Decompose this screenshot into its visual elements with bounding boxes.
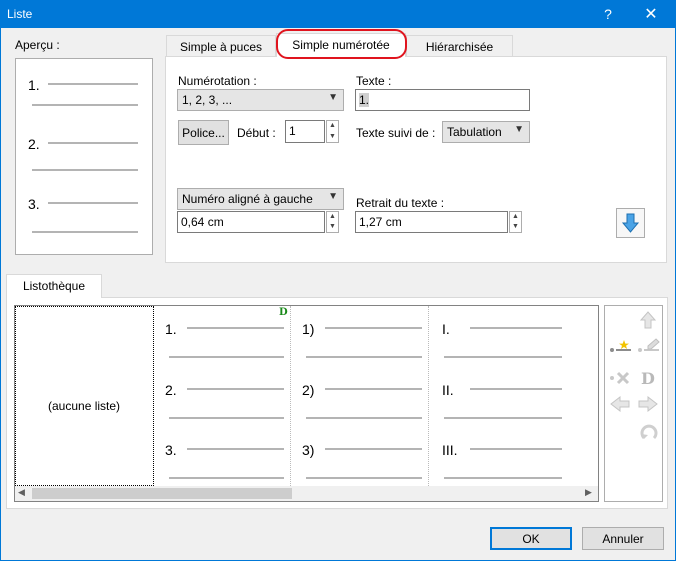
font-button[interactable]: Police...	[178, 120, 229, 145]
preview-line	[48, 142, 138, 144]
numbering-select[interactable]: 1, 2, 3, ... ▼	[177, 89, 344, 111]
preview-line	[187, 327, 284, 329]
document-badge: D	[279, 307, 288, 318]
close-button[interactable]: ✕	[641, 4, 661, 24]
highlight-ring	[276, 29, 407, 59]
tab-listotheque[interactable]: Listothèque	[6, 274, 102, 298]
library-item-paren[interactable]: 1) 2) 3)	[292, 306, 429, 486]
list-item: 1.	[165, 321, 177, 337]
ok-button[interactable]: OK	[490, 527, 572, 550]
list-item: I.	[442, 321, 450, 337]
preview-line	[187, 388, 284, 390]
list-item: 3.	[165, 442, 177, 458]
scroll-right-icon[interactable]: ▶	[585, 487, 592, 498]
preview-label: Aperçu :	[15, 38, 60, 52]
preview-line	[32, 104, 138, 106]
arrow-left-icon[interactable]	[609, 394, 631, 414]
horizontal-scrollbar[interactable]: ◀ ▶	[15, 486, 598, 501]
tab-simple-puces[interactable]: Simple à puces	[166, 35, 276, 56]
numbering-value: 1, 2, 3, ...	[182, 93, 233, 107]
preview-line	[444, 417, 562, 419]
spin-up-icon[interactable]: ▲	[510, 212, 521, 222]
list-item: III.	[442, 442, 458, 458]
start-spinner[interactable]: ▲ ▼	[326, 120, 339, 143]
preview-line	[325, 327, 422, 329]
followed-select[interactable]: Tabulation ▼	[442, 121, 530, 143]
library-none-item[interactable]: (aucune liste)	[15, 306, 154, 486]
help-button[interactable]: ?	[599, 6, 617, 22]
arrow-down-icon	[621, 213, 640, 233]
spin-down-icon[interactable]: ▼	[327, 132, 338, 143]
library-none-label: (aucune liste)	[48, 399, 121, 413]
list-item: 2)	[302, 382, 315, 398]
add-item-icon[interactable]	[608, 336, 634, 356]
list-item: 2.	[165, 382, 177, 398]
preview-line	[470, 448, 562, 450]
text-input-value: 1.	[359, 93, 370, 107]
library-item-numeric[interactable]: D 1. 2. 3.	[155, 306, 291, 486]
preview-line	[32, 231, 138, 233]
window-title: Liste	[7, 7, 33, 21]
numbering-label: Numérotation :	[178, 74, 257, 88]
text-label: Texte :	[356, 74, 392, 88]
document-style-icon[interactable]: D	[641, 369, 655, 388]
delete-item-icon[interactable]	[608, 368, 634, 388]
indent-spinner[interactable]: ▲ ▼	[326, 211, 339, 233]
apply-down-button[interactable]	[616, 208, 645, 238]
list-item: II.	[442, 382, 454, 398]
preview-line	[470, 388, 562, 390]
preview-line	[48, 83, 138, 85]
preview-line	[169, 356, 284, 358]
preview-line	[306, 356, 422, 358]
preview-number-2: 2.	[28, 136, 40, 152]
indent-input[interactable]: 0,64 cm	[177, 211, 325, 233]
list-item: 3)	[302, 442, 315, 458]
reset-icon[interactable]	[638, 422, 660, 444]
preview-number-1: 1.	[28, 77, 40, 93]
arrow-right-icon[interactable]	[637, 394, 659, 414]
list-item: 1)	[302, 321, 315, 337]
preview-line	[325, 388, 422, 390]
preview-line	[306, 477, 422, 479]
followed-value: Tabulation	[447, 125, 502, 139]
spin-up-icon[interactable]: ▲	[327, 121, 338, 132]
retrait-label: Retrait du texte :	[356, 196, 445, 210]
cancel-button[interactable]: Annuler	[582, 527, 664, 550]
spin-up-icon[interactable]: ▲	[327, 212, 338, 222]
preview-line	[169, 417, 284, 419]
spin-down-icon[interactable]: ▼	[327, 222, 338, 232]
scroll-left-icon[interactable]: ◀	[18, 487, 25, 498]
preview-line	[444, 356, 562, 358]
preview-line	[470, 327, 562, 329]
library-gallery: (aucune liste) D 1. 2. 3. 1) 2) 3) I. II…	[14, 305, 599, 502]
preview-box: 1. 2. 3.	[15, 58, 153, 255]
spin-down-icon[interactable]: ▼	[510, 222, 521, 232]
preview-line	[444, 477, 562, 479]
start-label: Début :	[237, 126, 276, 140]
alignment-select[interactable]: Numéro aligné à gauche ▼	[177, 188, 344, 210]
retrait-spinner[interactable]: ▲ ▼	[509, 211, 522, 233]
retrait-input[interactable]: 1,27 cm	[355, 211, 508, 233]
preview-line	[169, 477, 284, 479]
text-input[interactable]: 1.	[355, 89, 530, 111]
alignment-value: Numéro aligné à gauche	[182, 192, 313, 206]
edit-item-icon[interactable]	[636, 336, 662, 356]
scrollbar-thumb[interactable]	[32, 488, 292, 499]
side-tools: D	[604, 305, 663, 502]
title-bar: Liste ? ✕	[0, 0, 676, 28]
preview-line	[48, 202, 138, 204]
chevron-down-icon: ▼	[328, 92, 338, 103]
preview-number-3: 3.	[28, 196, 40, 212]
preview-line	[306, 417, 422, 419]
preview-line	[325, 448, 422, 450]
arrow-up-icon[interactable]	[638, 310, 658, 330]
preview-line	[32, 169, 138, 171]
preview-line	[187, 448, 284, 450]
followed-label: Texte suivi de :	[356, 126, 436, 140]
library-item-roman[interactable]: I. II. III.	[430, 306, 598, 486]
tab-hierarchisee[interactable]: Hiérarchisée	[406, 35, 513, 56]
start-input[interactable]: 1	[285, 120, 325, 143]
chevron-down-icon: ▼	[328, 191, 338, 202]
chevron-down-icon: ▼	[514, 124, 524, 135]
